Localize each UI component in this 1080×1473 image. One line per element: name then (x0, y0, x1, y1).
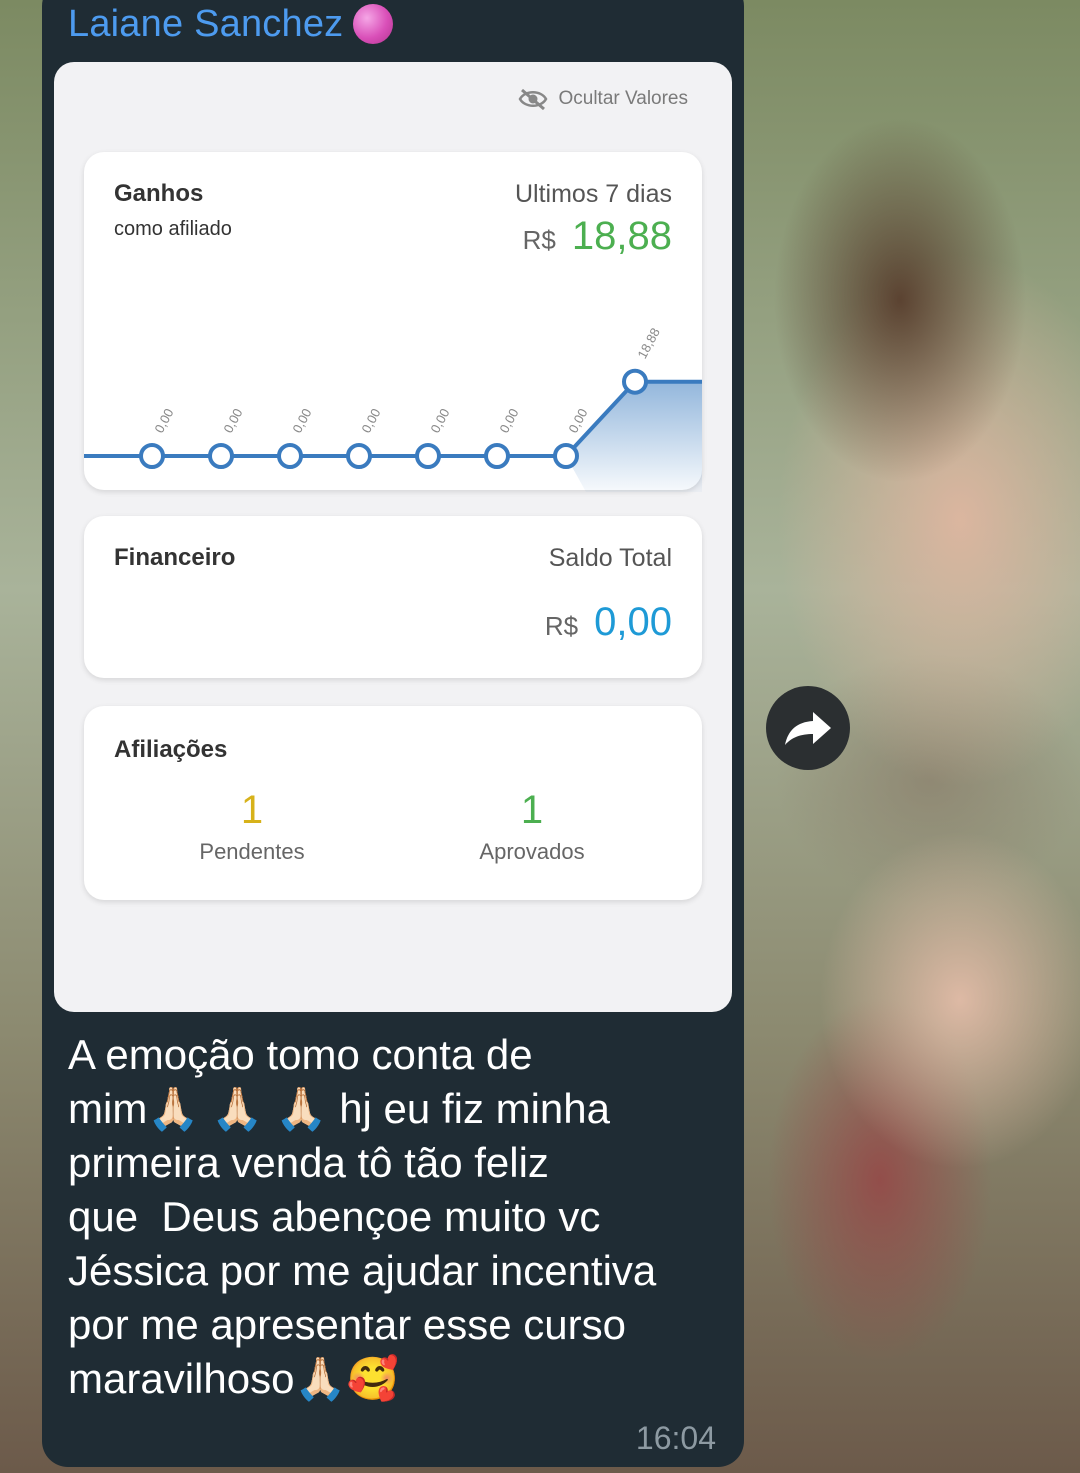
chart-point (346, 443, 372, 469)
finance-card: Financeiro Saldo Total R$ 0,00 (84, 516, 702, 678)
chart-data-label: 18,88 (634, 325, 663, 361)
approved-count: 1 (520, 788, 544, 832)
earnings-currency: R$ (522, 225, 556, 255)
balance-currency: R$ (544, 611, 579, 641)
pending-label: Pendentes (199, 839, 305, 864)
chart-data-label: 0,00 (151, 406, 176, 435)
chart-data-label: 0,00 (289, 406, 314, 435)
message-time: 16:04 (635, 1420, 716, 1456)
pending-stat: 1 Pendentes (132, 788, 372, 865)
chart-point (139, 443, 165, 469)
balance-label: Saldo Total (548, 544, 672, 572)
earnings-amount: R$ 18,88 (523, 214, 672, 259)
sender-header[interactable]: Laiane Sanchez (68, 0, 394, 48)
attached-screenshot[interactable]: Ocultar Valores Ganhos como afiliado Ult… (54, 62, 732, 1012)
affiliations-card: Afiliações 1 Pendentes 1 Aprovados (84, 706, 702, 900)
approved-stat: 1 Aprovados (412, 788, 652, 865)
chart-data-label: 0,00 (496, 406, 521, 435)
eye-off-icon (519, 88, 548, 110)
forward-button[interactable] (766, 686, 850, 770)
chart-data-label: 0,00 (427, 406, 452, 435)
earnings-card: Ganhos como afiliado Ultimos 7 dias R$ 1… (84, 152, 702, 492)
pending-count: 1 (240, 788, 264, 832)
earnings-title: Ganhos (114, 180, 204, 207)
chart-point (622, 368, 648, 395)
balance-value: 0,00 (594, 600, 672, 644)
chart-data-label: 0,00 (358, 406, 383, 435)
chart-point (208, 443, 234, 469)
sender-name[interactable]: Laiane Sanchez (68, 3, 343, 46)
chart-point (553, 443, 579, 469)
pink-circle-emoji-icon (353, 4, 394, 44)
earnings-period: Ultimos 7 dias (515, 180, 672, 208)
earnings-chart: 0,00 0,00 0,00 0,00 0,00 0,00 0,0018,88 (84, 325, 702, 492)
approved-label: Aprovados (479, 839, 585, 864)
forward-arrow-icon (785, 712, 831, 745)
chart-data-label: 0,00 (220, 406, 245, 435)
finance-title: Financeiro (114, 544, 236, 571)
chart-point (277, 443, 303, 469)
hide-values-toggle[interactable]: Ocultar Valores (518, 88, 688, 110)
chart-point (415, 443, 441, 469)
affiliations-title: Afiliações (114, 736, 228, 763)
earnings-value: 18,88 (571, 214, 672, 258)
chart-point (484, 443, 510, 469)
hide-values-label: Ocultar Valores (558, 88, 688, 109)
message-text: A emoção tomo conta de mim🙏🏻 🙏🏻 🙏🏻 hj eu… (68, 1031, 657, 1402)
balance-amount: R$ 0,00 (545, 600, 672, 645)
earnings-subtitle: como afiliado (114, 218, 232, 240)
